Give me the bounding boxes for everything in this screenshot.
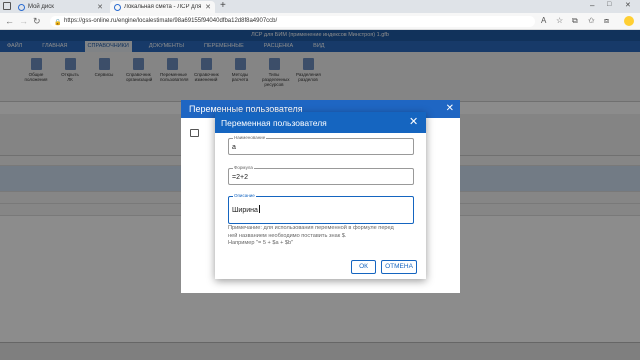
- close-icon[interactable]: ✕: [409, 115, 418, 128]
- name-field-value: a: [232, 144, 236, 151]
- add-variable-icon[interactable]: [190, 129, 199, 137]
- lock-icon: 🔒: [54, 20, 62, 26]
- close-tab-icon[interactable]: ✕: [205, 3, 211, 11]
- window-menu-icon[interactable]: [3, 2, 11, 10]
- browser-tab-strip: Мой диск ✕ Локальная смета - ЛСР для БИМ…: [0, 0, 640, 13]
- favorite-star-icon[interactable]: ☆: [556, 16, 563, 25]
- ok-button[interactable]: ОК: [351, 260, 376, 274]
- extensions-icon[interactable]: ⧈: [604, 16, 609, 26]
- read-aloud-icon[interactable]: A: [541, 16, 546, 25]
- close-window-icon[interactable]: ✕: [625, 1, 631, 9]
- maximize-icon[interactable]: □: [607, 1, 611, 8]
- favorites-icon[interactable]: ✩: [588, 16, 595, 25]
- reload-icon[interactable]: ↻: [33, 16, 41, 27]
- collections-icon[interactable]: ⧉: [572, 16, 578, 26]
- hint-line: ней названием необходимо поставить знак …: [228, 232, 347, 239]
- tab-local-estimate[interactable]: Локальная смета - ЛСР для БИМ ✕: [110, 1, 215, 13]
- close-icon[interactable]: ✕: [446, 103, 454, 114]
- url-text: https://gss-online.ru/engine/localestima…: [64, 18, 278, 24]
- user-variable-dialog-header: Переменная пользователя ✕: [215, 112, 426, 133]
- drive-favicon-icon: [18, 3, 25, 11]
- text-caret: [258, 205, 260, 213]
- tab-title: Локальная смета - ЛСР для БИМ: [124, 4, 202, 10]
- user-variable-dialog: Переменная пользователя ✕ Наименование a…: [215, 112, 426, 279]
- minimize-icon[interactable]: –: [590, 1, 594, 10]
- formula-hint: Примечание: для использования переменной…: [228, 225, 418, 248]
- browser-toolbar: ← → ↻ 🔒 https://gss-online.ru/engine/loc…: [0, 13, 640, 30]
- user-variable-dialog-title: Переменная пользователя: [221, 118, 327, 128]
- app-favicon-icon: [114, 3, 121, 11]
- name-field[interactable]: Наименование a: [228, 135, 414, 155]
- tab-my-drive[interactable]: Мой диск ✕: [14, 1, 107, 13]
- description-field-label: Описание: [233, 193, 256, 198]
- formula-field-label: Формула: [233, 165, 254, 170]
- description-field[interactable]: Описание Ширина: [228, 193, 414, 224]
- forward-arrow-icon[interactable]: →: [19, 16, 28, 26]
- tab-title: Мой диск: [28, 4, 54, 10]
- description-field-value: Ширина: [232, 205, 260, 214]
- description-text: Ширина: [232, 207, 258, 214]
- formula-field[interactable]: Формула =2+2: [228, 165, 414, 185]
- profile-avatar[interactable]: [624, 16, 634, 26]
- new-tab-button[interactable]: +: [220, 0, 226, 11]
- name-field-label: Наименование: [233, 135, 267, 140]
- close-tab-icon[interactable]: ✕: [97, 3, 103, 11]
- hint-line: Примечание: для использования переменной…: [228, 225, 394, 231]
- hint-example: Например "= 5 + $a + $b": [228, 240, 294, 246]
- address-bar[interactable]: 🔒 https://gss-online.ru/engine/localesti…: [50, 16, 535, 27]
- formula-field-value: =2+2: [232, 174, 248, 181]
- back-arrow-icon[interactable]: ←: [5, 16, 14, 26]
- cancel-button[interactable]: ОТМЕНА: [381, 260, 417, 274]
